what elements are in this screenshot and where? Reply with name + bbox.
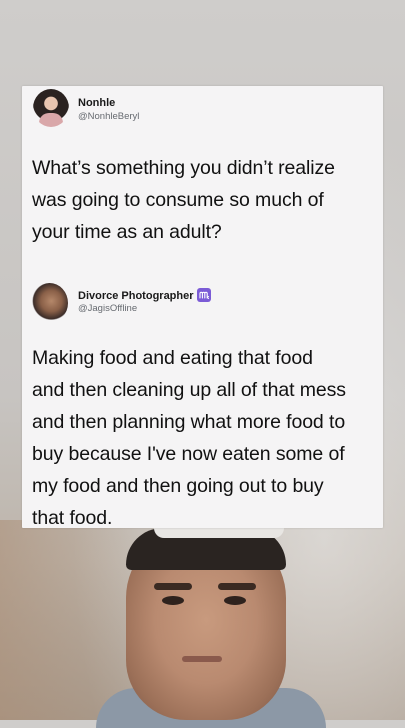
nonhle-avatar[interactable] xyxy=(33,89,69,127)
tweet2-author-name-text: Divorce Photographer xyxy=(78,290,194,302)
tweet2-line: that food. xyxy=(32,507,113,529)
mouth xyxy=(182,656,222,662)
tweet2-line: Making food and eating that food xyxy=(32,347,313,369)
avatar-body xyxy=(39,113,63,127)
tweet2-author-handle[interactable]: @JagisOffline xyxy=(78,303,137,314)
tweet1-line: your time as an adult? xyxy=(32,221,222,243)
right-eye xyxy=(224,596,246,605)
tweet2-line: and then cleaning up all of that mess xyxy=(32,379,346,401)
left-eye xyxy=(162,596,184,605)
tweet2-text: Making food and eating that food and the… xyxy=(32,342,384,534)
scorpio-zodiac-icon xyxy=(196,288,211,302)
right-eyebrow xyxy=(218,583,256,590)
tweet2-line: my food and then going out to buy xyxy=(32,475,324,497)
creator-video-face xyxy=(96,528,326,728)
tweet1-author-handle[interactable]: @NonhleBeryl xyxy=(78,111,139,122)
tweet1-author-name[interactable]: Nonhle xyxy=(78,97,115,109)
tweet1-line: was going to consume so much of xyxy=(32,189,324,211)
tweet2-line: buy because I've now eaten some of xyxy=(32,443,345,465)
tweet2-line: and then planning what more food to xyxy=(32,411,346,433)
tweet1-text: What’s something you didn’t realize was … xyxy=(32,152,377,248)
tweet1-line: What’s something you didn’t realize xyxy=(32,157,335,179)
divorce-photographer-avatar[interactable] xyxy=(31,283,68,323)
left-eyebrow xyxy=(154,583,192,590)
tweet2-author-name[interactable]: Divorce Photographer xyxy=(78,288,211,302)
tweet-screenshot-card: Nonhle @NonhleBeryl What’s something you… xyxy=(22,86,383,529)
